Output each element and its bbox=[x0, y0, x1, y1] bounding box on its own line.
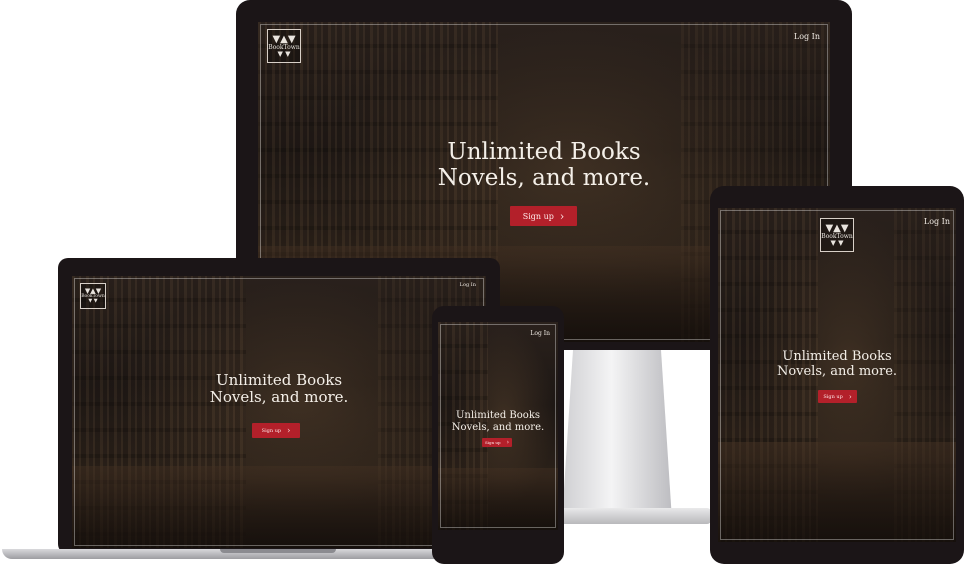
tablet: ▼▲▼ BookTown ▼ ▼ Log In Unlimited Books … bbox=[710, 186, 964, 564]
chevron-right-icon: › bbox=[287, 426, 291, 435]
booktown-logo-icon[interactable]: ▼▲▼ BookTown ▼ ▼ bbox=[820, 218, 854, 252]
login-link[interactable]: Log In bbox=[794, 32, 820, 41]
signup-button[interactable]: Sign up › bbox=[482, 438, 512, 447]
monitor-neck bbox=[562, 350, 672, 520]
signup-label: Sign up bbox=[522, 211, 554, 221]
laptop-screen: ▼▲▼ BookTown ▼ ▼ Log In Unlimited Books … bbox=[72, 276, 486, 548]
hero-line-2: Novels, and more. bbox=[209, 388, 349, 407]
signup-button[interactable]: Sign up › bbox=[252, 423, 300, 438]
chevron-right-icon: › bbox=[506, 439, 509, 446]
login-link[interactable]: Log In bbox=[460, 282, 476, 288]
chevron-right-icon: › bbox=[559, 209, 565, 223]
login-link[interactable]: Log In bbox=[530, 330, 550, 337]
hero-line-1: Unlimited Books bbox=[455, 410, 541, 421]
signup-label: Sign up bbox=[485, 440, 501, 445]
hero-line-1: Unlimited Books bbox=[782, 349, 892, 364]
hero-line-2: Novels, and more. bbox=[776, 363, 898, 379]
phone: Log In Unlimited Books Novels, and more.… bbox=[432, 306, 564, 564]
signup-label: Sign up bbox=[823, 393, 843, 400]
phone-screen: Log In Unlimited Books Novels, and more.… bbox=[438, 322, 558, 530]
chevron-right-icon: › bbox=[848, 392, 852, 401]
hero-title: Unlimited Books Novels, and more. bbox=[258, 139, 830, 192]
hero-title: Unlimited Books Novels, and more. bbox=[438, 410, 558, 433]
tablet-screen: ▼▲▼ BookTown ▼ ▼ Log In Unlimited Books … bbox=[718, 208, 956, 542]
laptop-notch bbox=[220, 549, 336, 553]
hero-line-1: Unlimited Books bbox=[447, 139, 641, 165]
hero-line-2: Novels, and more. bbox=[451, 421, 545, 433]
hero-line-1: Unlimited Books bbox=[215, 371, 343, 389]
booktown-logo-icon[interactable]: ▼▲▼ BookTown ▼ ▼ bbox=[80, 283, 106, 309]
hero-title: Unlimited Books Novels, and more. bbox=[72, 371, 486, 407]
booktown-logo-icon[interactable]: ▼▲▼ BookTown ▼ ▼ bbox=[267, 29, 301, 63]
signup-button[interactable]: Sign up › bbox=[818, 390, 857, 403]
login-link[interactable]: Log In bbox=[924, 217, 950, 226]
signup-label: Sign up bbox=[261, 427, 282, 434]
signup-button[interactable]: Sign up › bbox=[510, 206, 577, 226]
hero-title: Unlimited Books Novels, and more. bbox=[718, 349, 956, 380]
